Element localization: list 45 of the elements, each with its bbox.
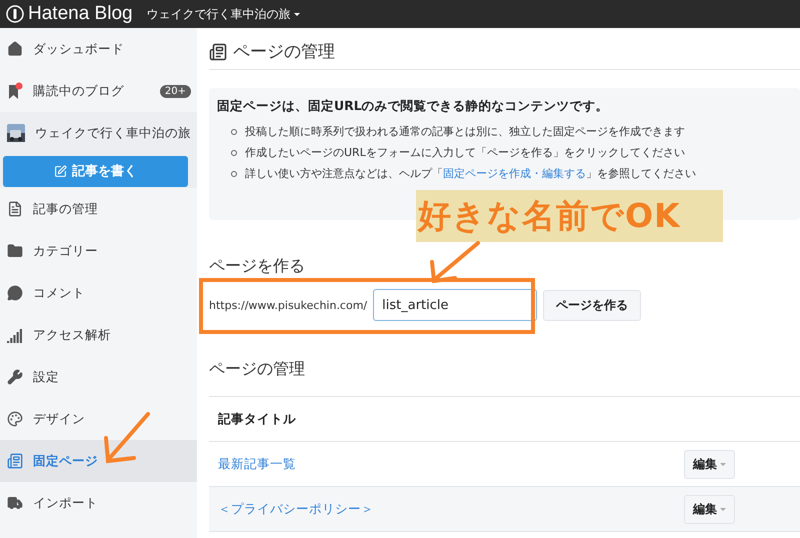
- sidebar-item[interactable]: ダッシュボード: [0, 28, 197, 70]
- folder-icon: [7, 243, 23, 259]
- edit-icon: [54, 164, 67, 178]
- blog-menu[interactable]: ウェイクで行く車中泊の旅: [146, 6, 300, 22]
- count-badge: 20+: [160, 84, 191, 98]
- home-icon: [7, 41, 23, 57]
- sidebar-item[interactable]: デザイン: [0, 398, 197, 440]
- page-title-link[interactable]: 最新記事一覧: [218, 456, 296, 472]
- callout-note: 好きな名前でOK: [416, 190, 723, 242]
- hatena-blog-logo[interactable]: Hatena Blog: [6, 3, 133, 25]
- section-heading: ページの管理: [209, 359, 306, 380]
- create-page-button[interactable]: ページを作る: [543, 290, 642, 320]
- truck-icon: [7, 495, 23, 511]
- palette-icon: [7, 411, 23, 427]
- info-heading: 固定ページは、固定URLのみで閲覧できる静的なコンテンツです。: [217, 98, 610, 115]
- bullet-text: 作成したいページのURLをフォームに入力して「ページを作る」をクリックしてください: [245, 145, 685, 160]
- bullet-icon: [231, 150, 237, 156]
- wrench-icon: [7, 369, 23, 385]
- signal-bars-icon: [7, 327, 23, 343]
- bookmark-icon: [7, 82, 23, 100]
- edit-dropdown-button[interactable]: 編集: [684, 494, 735, 524]
- bullet-icon: [231, 170, 237, 176]
- sidebar-item[interactable]: カテゴリー: [0, 230, 197, 272]
- help-link[interactable]: 固定ページを作成・編集する: [443, 167, 586, 180]
- bullet-text: 投稿した順に時系列で扱われる通常の記事とは別に、独立した固定ページを作成できます: [245, 124, 685, 139]
- page-url-field[interactable]: list_article: [373, 289, 538, 321]
- sidebar-item[interactable]: 設定: [0, 356, 197, 398]
- sidebar-item[interactable]: ウェイクで行く車中泊の旅: [0, 112, 197, 154]
- sidebar-item[interactable]: 購読中のブログ 20+: [0, 70, 197, 112]
- page-icon: [209, 42, 227, 60]
- column-header: 記事タイトル: [218, 410, 296, 428]
- page-title-link[interactable]: ＜プライバシーポリシー＞: [218, 500, 374, 518]
- sidebar-item[interactable]: コメント: [0, 272, 197, 314]
- sidebar-item[interactable]: 記事の管理: [0, 188, 197, 230]
- sidebar-item[interactable]: アクセス解析: [0, 314, 197, 356]
- edit-dropdown-button[interactable]: 編集: [684, 450, 735, 478]
- document-icon: [7, 201, 23, 217]
- bullet-icon: [231, 128, 237, 134]
- url-prefix: https://www.pisukechin.com/: [209, 298, 368, 312]
- section-heading: ページを作る: [209, 256, 306, 277]
- sidebar-item[interactable]: インポート: [0, 482, 197, 524]
- page-title: ページの管理: [209, 40, 800, 70]
- page-icon: [7, 453, 23, 469]
- bullet-text: 詳しい使い方や注意点などは、ヘルプ「固定ページを作成・編集する」を参照してください: [245, 166, 696, 181]
- comment-icon: [7, 285, 23, 301]
